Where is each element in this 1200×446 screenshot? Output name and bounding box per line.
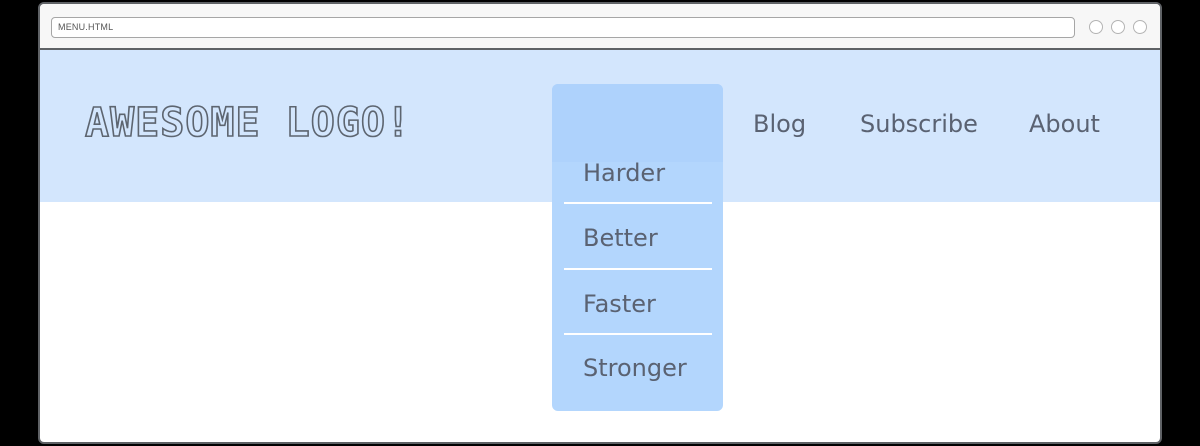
nav-item-subscribe[interactable]: Subscribe [860,110,978,139]
window-control-circle-icon[interactable] [1133,20,1147,34]
dropdown-item-label: Better [583,224,658,252]
window-control-circle-icon[interactable] [1111,20,1125,34]
dropdown-item-label: Harder [583,159,666,187]
browser-toolbar: MENU.HTML [40,4,1160,50]
browser-window: MENU.HTML AWESOME LOGO! Blog Subscribe A… [38,2,1162,444]
dropdown-item-faster[interactable]: Faster [552,270,723,334]
nav-item-about[interactable]: About [1029,110,1100,139]
dropdown-item-better[interactable]: Better [552,204,723,268]
dropdown-item-stronger[interactable]: Stronger [552,335,723,399]
nav-item-blog[interactable]: Blog [753,110,806,139]
dropdown-item-harder[interactable]: Harder [552,84,723,187]
logo[interactable]: AWESOME LOGO! [84,102,411,144]
window-control-circle-icon[interactable] [1089,20,1103,34]
address-bar[interactable]: MENU.HTML [51,17,1075,38]
dropdown-item-label: Stronger [583,354,687,382]
dropdown-menu: Harder Better Faster Stronger [552,84,723,411]
dropdown-item-label: Faster [583,290,656,318]
